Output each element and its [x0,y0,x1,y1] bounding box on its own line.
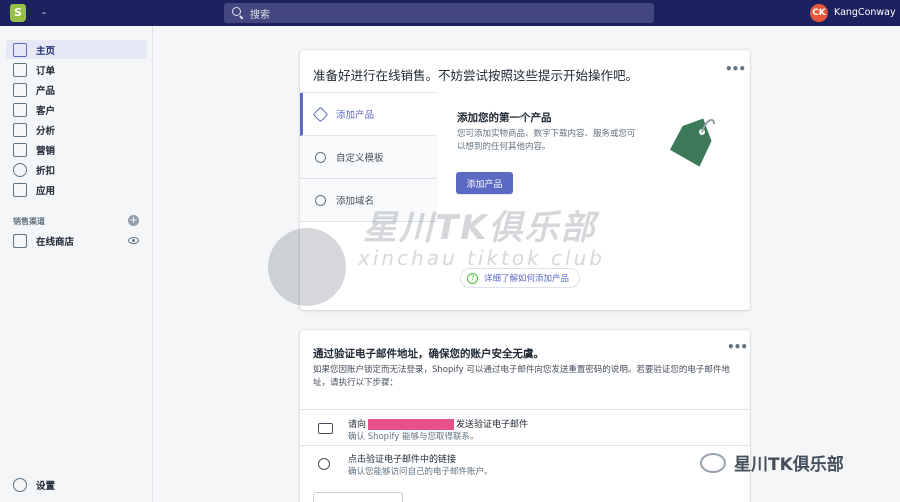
tab-label: 添加域名 [336,196,375,207]
store-icon [13,233,27,248]
analytics-icon [13,122,27,137]
add-product-button[interactable]: 添加产品 [456,172,513,194]
search-input[interactable]: 搜索 [224,3,654,23]
learn-add-product-link[interactable]: ? 详细了解如何添加产品 [460,268,581,288]
envelope-icon [318,423,333,434]
avatar[interactable]: CK [810,4,828,22]
shopify-logo-icon[interactable]: S [10,4,26,22]
step-title: 点击验证电子邮件中的链接 [348,455,457,465]
wechat-icon [700,452,726,473]
redacted-email [368,419,455,430]
step-subtitle: 确认您能够访问自己的电子邮件账户。 [348,467,493,477]
step-click-link: 点击验证电子邮件中的链接 确认您能够访问自己的电子邮件账户。 [300,445,750,485]
apps-icon [13,182,27,197]
sidebar-item-apps[interactable]: 应用 [6,180,147,199]
store-name[interactable]: - [42,6,46,19]
home-icon [13,42,27,57]
sidebar-item-home[interactable]: 主页 [6,40,147,59]
sidebar-item-label: 在线商店 [36,236,75,248]
section-title-sales-channels: 销售渠道 [13,217,45,226]
sidebar-item-label: 应用 [36,185,56,197]
cursor-click-icon [318,458,330,470]
brush-icon [315,151,326,163]
search-icon [232,7,244,19]
search-placeholder: 搜索 [250,9,270,21]
sidebar-item-label: 客户 [36,105,56,117]
more-options-icon[interactable]: ••• [725,62,746,76]
sidebar-item-marketing[interactable]: 营销 [6,140,147,159]
sidebar-item-discounts[interactable]: 折扣 [6,160,147,179]
user-name[interactable]: KangConway [834,7,896,18]
tag-icon [312,106,329,122]
wechat-watermark-text: 星川TK俱乐部 [734,455,844,475]
verify-email-card: 通过验证电子邮件地址，确保您的账户安全无虞。 ••• 如果您因账户锁定而无法登录… [300,330,750,502]
setup-tabs: 添加产品 自定义模板 添加域名 [300,92,437,222]
tab-label: 自定义模板 [336,153,384,164]
sidebar-item-products[interactable]: 产品 [6,80,147,99]
gear-icon [13,477,27,492]
customer-icon [13,102,27,117]
top-bar: S - 搜索 CK KangConway [0,0,900,26]
eye-icon[interactable] [128,237,139,244]
megaphone-icon [13,142,27,157]
sidebar-item-orders[interactable]: 订单 [6,60,147,79]
sidebar-item-label: 折扣 [36,165,56,177]
tab-customize-theme[interactable]: 自定义模板 [300,136,437,179]
setup-card-title: 准备好进行在线销售。不妨尝试按照这些提示开始操作吧。 [313,68,639,83]
sidebar-item-customers[interactable]: 客户 [6,100,147,119]
price-tag-illustration-icon [669,118,715,167]
sidebar-item-online-store[interactable]: 在线商店 [6,231,147,250]
sidebar-item-label: 设置 [36,480,56,492]
globe-icon [315,194,326,206]
step-title: 请向 发送验证电子邮件 [348,417,528,430]
learn-link-text: 详细了解如何添加产品 [484,274,570,284]
tag-icon [13,82,27,97]
step-subtitle: 确认 Shopify 能够与您取得联系。 [348,432,479,442]
sidebar-item-label: 订单 [36,65,56,77]
step-suffix: 发送验证电子邮件 [456,420,529,430]
sidebar-item-analytics[interactable]: 分析 [6,120,147,139]
sidebar-item-settings[interactable]: 设置 [6,475,147,494]
discount-icon [13,162,27,177]
setup-guide-card: 准备好进行在线销售。不妨尝试按照这些提示开始操作吧。 ••• 添加产品 自定义模… [300,50,750,310]
step-send-email: 请向 发送验证电子邮件 确认 Shopify 能够与您取得联系。 [300,409,750,445]
panel-title: 添加您的第一个产品 [457,112,552,124]
add-channel-plus-icon[interactable]: + [128,215,139,226]
tab-label: 添加产品 [336,110,375,121]
sidebar-item-label: 营销 [36,145,56,157]
verify-card-title: 通过验证电子邮件地址，确保您的账户安全无虞。 [313,348,544,360]
sidebar-item-label: 产品 [36,85,56,97]
more-options-icon[interactable]: ••• [727,340,748,354]
sidebar-item-label: 分析 [36,125,56,137]
wechat-watermark: 星川TK俱乐部 [700,450,844,475]
tab-add-product[interactable]: 添加产品 [300,93,437,136]
verify-card-description: 如果您因账户锁定而无法登录，Shopify 可以通过电子邮件向您发送重置密码的说… [313,365,730,388]
tab-add-domain[interactable]: 添加域名 [300,179,437,222]
send-verification-button[interactable] [313,492,403,502]
panel-description: 您可添加实物商品、数字下载内容、服务或您可以想到的任何其他内容。 [457,129,636,152]
orders-icon [13,62,27,77]
help-icon: ? [467,272,478,284]
step-prefix: 请向 [348,420,367,430]
sidebar: 主页 订单 产品 客户 分析 营销 折扣 应用 销售渠道 + 在线商店 设置 [0,26,153,502]
sidebar-item-label: 主页 [36,45,56,57]
